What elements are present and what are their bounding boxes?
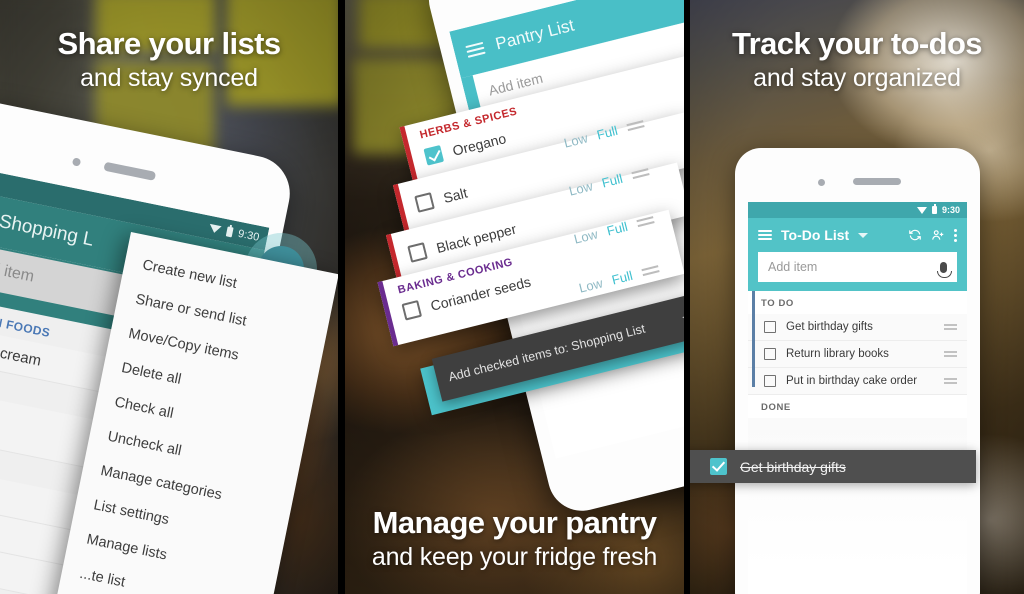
item-name: Get birthday gifts [786, 321, 873, 333]
drag-handle-icon[interactable] [944, 324, 957, 330]
add-item-placeholder: Add item [768, 260, 818, 274]
battery-icon [225, 225, 234, 237]
checkbox[interactable] [764, 321, 776, 333]
checkbox[interactable] [414, 192, 435, 213]
drag-handle-icon[interactable] [944, 378, 957, 384]
status-bar: 9:30 [748, 202, 967, 218]
chevron-down-icon[interactable] [681, 314, 684, 322]
todo-list-screen: 9:30 To-Do List Add item TO DO Get birth… [748, 202, 967, 594]
list-item[interactable]: Get birthday gifts [748, 314, 967, 341]
headline-title: Track your to-dos [732, 26, 983, 61]
checkbox[interactable] [764, 348, 776, 360]
battery-icon [931, 204, 937, 214]
hamburger-icon[interactable] [465, 41, 486, 58]
panel2-headline: Manage your pantry and keep your fridge … [345, 504, 684, 572]
app-bar: To-Do List [748, 218, 967, 252]
panel-track-your-todos: Track your to-dos and stay organized 9:3… [690, 0, 1024, 594]
section-header-todo: TO DO [748, 291, 967, 314]
status-time: 9:30 [941, 205, 960, 215]
headline-subtitle: and stay organized [753, 63, 961, 92]
phone-camera [71, 157, 82, 167]
checkbox[interactable] [401, 299, 423, 321]
panel3-headline: Track your to-dos and stay organized [690, 26, 1024, 93]
checkbox[interactable] [407, 242, 428, 263]
done-item-overlay[interactable]: Get birthday gifts [690, 450, 976, 483]
section-header-done: DONE [748, 395, 967, 418]
phone-speaker [853, 178, 901, 185]
item-name: Salt [441, 184, 469, 206]
add-item-input[interactable]: Add item [758, 252, 957, 282]
headline-title: Manage your pantry [372, 504, 657, 540]
microphone-icon[interactable] [937, 261, 952, 278]
add-person-icon[interactable] [931, 228, 945, 242]
headline-subtitle: and stay synced [80, 63, 258, 92]
add-item-bar: Add item [748, 252, 967, 291]
item-name: Get birthday gifts [740, 458, 846, 475]
drag-handle-icon[interactable] [641, 265, 660, 277]
page-title: Shopping L [0, 210, 96, 251]
list-item[interactable]: Put in birthday cake order [748, 368, 967, 395]
sync-icon[interactable] [908, 228, 922, 242]
item-name: Return library books [786, 348, 889, 360]
panel1-headline: Share your lists and stay synced [0, 26, 338, 93]
wifi-icon [207, 223, 222, 234]
drag-handle-icon[interactable] [944, 351, 957, 357]
item-name: Oregano [450, 129, 508, 159]
todo-body: TO DO Get birthday gifts Return library … [748, 291, 967, 568]
section-stripe [752, 291, 755, 387]
drag-handle-icon[interactable] [631, 168, 650, 180]
checkbox[interactable] [764, 375, 776, 387]
checkbox[interactable] [710, 458, 727, 475]
drag-handle-icon[interactable] [636, 216, 655, 228]
wifi-icon [916, 206, 927, 214]
phone-mockup-todo-list: 9:30 To-Do List Add item TO DO Get birth… [735, 148, 980, 594]
headline-subtitle: and keep your fridge fresh [371, 542, 658, 571]
item-name: Ice cream [0, 340, 43, 370]
panel-manage-your-pantry: Pantry List Add item HERBS & SPICES Oreg… [345, 0, 684, 594]
panel-share-your-lists: Share your lists and stay synced 9:30 Sh… [0, 0, 338, 594]
promo-screenshot: Share your lists and stay synced 9:30 Sh… [0, 0, 1024, 594]
item-name: Put in birthday cake order [786, 375, 918, 387]
drag-handle-icon[interactable] [626, 120, 645, 132]
list-item[interactable]: Return library books [748, 341, 967, 368]
overflow-menu-icon[interactable] [954, 228, 957, 242]
phone-camera [818, 179, 825, 186]
phone-speaker [103, 161, 157, 181]
page-title: To-Do List [781, 227, 850, 243]
headline-title: Share your lists [57, 26, 282, 61]
hamburger-icon[interactable] [758, 229, 772, 241]
empty-space [748, 418, 967, 568]
checkbox[interactable] [423, 144, 445, 166]
chevron-down-icon[interactable] [858, 232, 869, 238]
